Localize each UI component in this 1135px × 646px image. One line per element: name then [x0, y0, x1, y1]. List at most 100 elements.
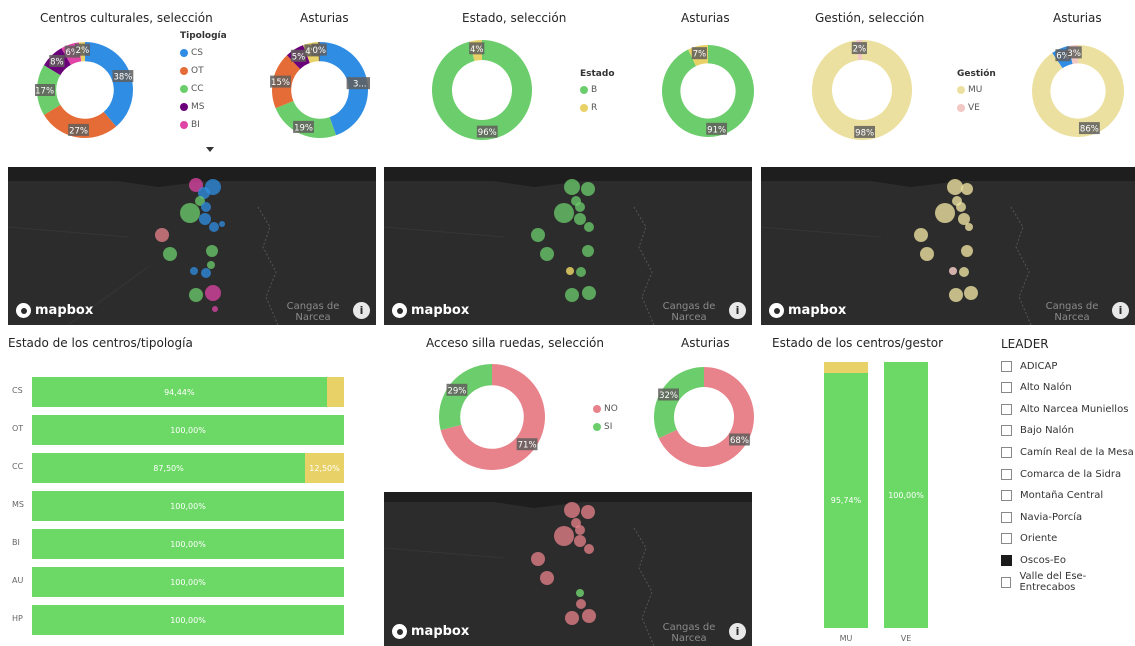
leader-option[interactable]: Montaña Central [1001, 487, 1103, 505]
bar-segment[interactable] [824, 362, 868, 374]
legend-item-ve[interactable]: VE [957, 99, 996, 117]
bar-segment[interactable]: 87,50% [32, 453, 305, 483]
legend-label: CS [191, 48, 203, 58]
bar-segment[interactable]: 12,50% [305, 453, 344, 483]
checkbox[interactable] [1001, 403, 1012, 415]
donut-label: 7% [691, 47, 707, 60]
donut-label: 0% [311, 43, 327, 56]
acceso-asturias-donut[interactable]: 68% 32% [652, 362, 756, 472]
info-icon[interactable]: i [1112, 302, 1129, 319]
estado-asturias-donut[interactable]: 91% 7% [660, 43, 756, 139]
category-label: AU [12, 576, 24, 585]
donut-label: 29% [446, 383, 468, 396]
bar-row[interactable]: HP 100,00% [8, 605, 348, 635]
legend-item-bi[interactable]: BI [180, 116, 227, 134]
gestion-selection-donut[interactable]: 98% 2% [810, 38, 914, 142]
bar-row[interactable]: AU 100,00% [8, 567, 348, 597]
svg-text:38%: 38% [113, 73, 132, 83]
mapbox-logo[interactable]: mapbox [769, 303, 846, 318]
bar-track: 100,00% [32, 605, 344, 635]
donut-slice[interactable] [812, 40, 912, 140]
legend-item-si[interactable]: SI [593, 418, 618, 436]
category-label: CS [12, 386, 23, 395]
donut-label: 38% [112, 70, 134, 83]
legend-item-cs[interactable]: CS [180, 44, 227, 62]
svg-text:98%: 98% [855, 128, 874, 138]
donut-label: 96% [476, 125, 498, 138]
leader-option[interactable]: Comarca de la Sidra [1001, 465, 1121, 483]
info-icon[interactable]: i [729, 623, 746, 640]
leader-option[interactable]: Alto Nalón [1001, 379, 1072, 397]
legend-item-no[interactable]: NO [593, 400, 618, 418]
estado-legend: Estado B R [580, 69, 615, 117]
checkbox[interactable] [1001, 490, 1012, 502]
checkbox[interactable] [1001, 360, 1012, 372]
tipologia-selection-donut[interactable]: 38%27%17%8%6%2% [35, 40, 135, 140]
bar-segment[interactable]: 100,00% [32, 415, 344, 445]
triangle-down-icon[interactable] [206, 147, 214, 152]
legend-item-cc[interactable]: CC [180, 80, 227, 98]
checkbox[interactable] [1001, 446, 1012, 458]
checkbox[interactable] [1001, 511, 1012, 523]
bar-segment[interactable]: 100,00% [32, 567, 344, 597]
donut-slice[interactable] [439, 364, 492, 431]
bar-row[interactable]: MS 100,00% [8, 491, 348, 521]
gestion-asturias-donut[interactable]: 86%6%3% [1030, 43, 1126, 139]
legend-dot [957, 86, 965, 94]
bar-row[interactable]: CS 94,44% [8, 377, 348, 407]
legend-item-ot[interactable]: OT [180, 62, 227, 80]
bar-segment[interactable]: 100,00% [32, 605, 344, 635]
bar-row[interactable]: CC 87,50% 12,50% [8, 453, 348, 483]
gestion-map[interactable]: mapbox Cangas de Narcea i [761, 167, 1135, 325]
tipologia-map[interactable]: mapbox Cangas de Narcea i [8, 167, 376, 325]
bar-segment[interactable]: 100,00% [32, 529, 344, 559]
bar-segment[interactable]: 100,00% [884, 362, 928, 628]
legend-item-mu[interactable]: MU [957, 81, 996, 99]
leader-option[interactable]: Camín Real de la Mesa [1001, 443, 1134, 461]
leader-option[interactable]: Oriente [1001, 530, 1057, 548]
acceso-map[interactable]: mapbox Cangas de Narcea i [384, 492, 752, 646]
info-icon[interactable]: i [353, 302, 370, 319]
mapbox-logo[interactable]: mapbox [392, 303, 469, 318]
info-icon[interactable]: i [729, 302, 746, 319]
leader-option[interactable]: Bajo Nalón [1001, 422, 1074, 440]
map-attribution: Cangas de Narcea [1045, 301, 1099, 323]
tipologia-selection-title: Centros culturales, selección [40, 11, 213, 25]
leader-option[interactable]: Valle del Ese-Entrecabos [1001, 571, 1135, 593]
bar-segment[interactable]: 100,00% [32, 491, 344, 521]
leader-option[interactable]: ADICAP [1001, 357, 1057, 375]
legend-dot [580, 104, 588, 112]
bar-segment[interactable]: 95,74% [824, 373, 868, 628]
legend-item-r[interactable]: R [580, 99, 615, 117]
checkbox[interactable] [1001, 468, 1012, 480]
legend-item-ms[interactable]: MS [180, 98, 227, 116]
tipologia-asturias-donut[interactable]: 3...19%15%5%4%0% [270, 40, 370, 140]
donut-slice[interactable] [432, 40, 532, 140]
checkbox[interactable] [1001, 576, 1012, 588]
checkbox[interactable] [1001, 554, 1012, 566]
estado-selection-title: Estado, selección [462, 11, 567, 25]
mapbox-logo[interactable]: mapbox [16, 303, 93, 318]
bar-segment[interactable] [326, 377, 344, 407]
bar-segment[interactable]: 94,44% [32, 377, 327, 407]
estado-map[interactable]: mapbox Cangas de Narcea i [384, 167, 752, 325]
donut-label: 17% [35, 84, 55, 97]
mapbox-logo[interactable]: mapbox [392, 624, 469, 639]
acceso-selection-donut[interactable]: 71% 29% [437, 362, 547, 472]
category-label: CC [12, 462, 24, 471]
mapbox-logo-text: mapbox [411, 624, 470, 639]
donut-slice[interactable] [654, 367, 704, 439]
bar-row[interactable]: BI 100,00% [8, 529, 348, 559]
bar-row[interactable]: OT 100,00% [8, 415, 348, 445]
checkbox[interactable] [1001, 382, 1012, 394]
estado-selection-donut[interactable]: 96% 4% [430, 38, 534, 142]
leader-option[interactable]: Navia-Porcía [1001, 508, 1082, 526]
leader-option[interactable]: Oscos-Eo [1001, 551, 1066, 569]
bar-track: 100,00% [32, 529, 344, 559]
leader-option[interactable]: Alto Narcea Muniellos [1001, 400, 1128, 418]
checkbox[interactable] [1001, 425, 1012, 437]
donut-slice[interactable] [85, 42, 133, 127]
legend-item-b[interactable]: B [580, 81, 615, 99]
checkbox[interactable] [1001, 533, 1012, 545]
gestion-legend: Gestión MU VE [957, 69, 996, 117]
